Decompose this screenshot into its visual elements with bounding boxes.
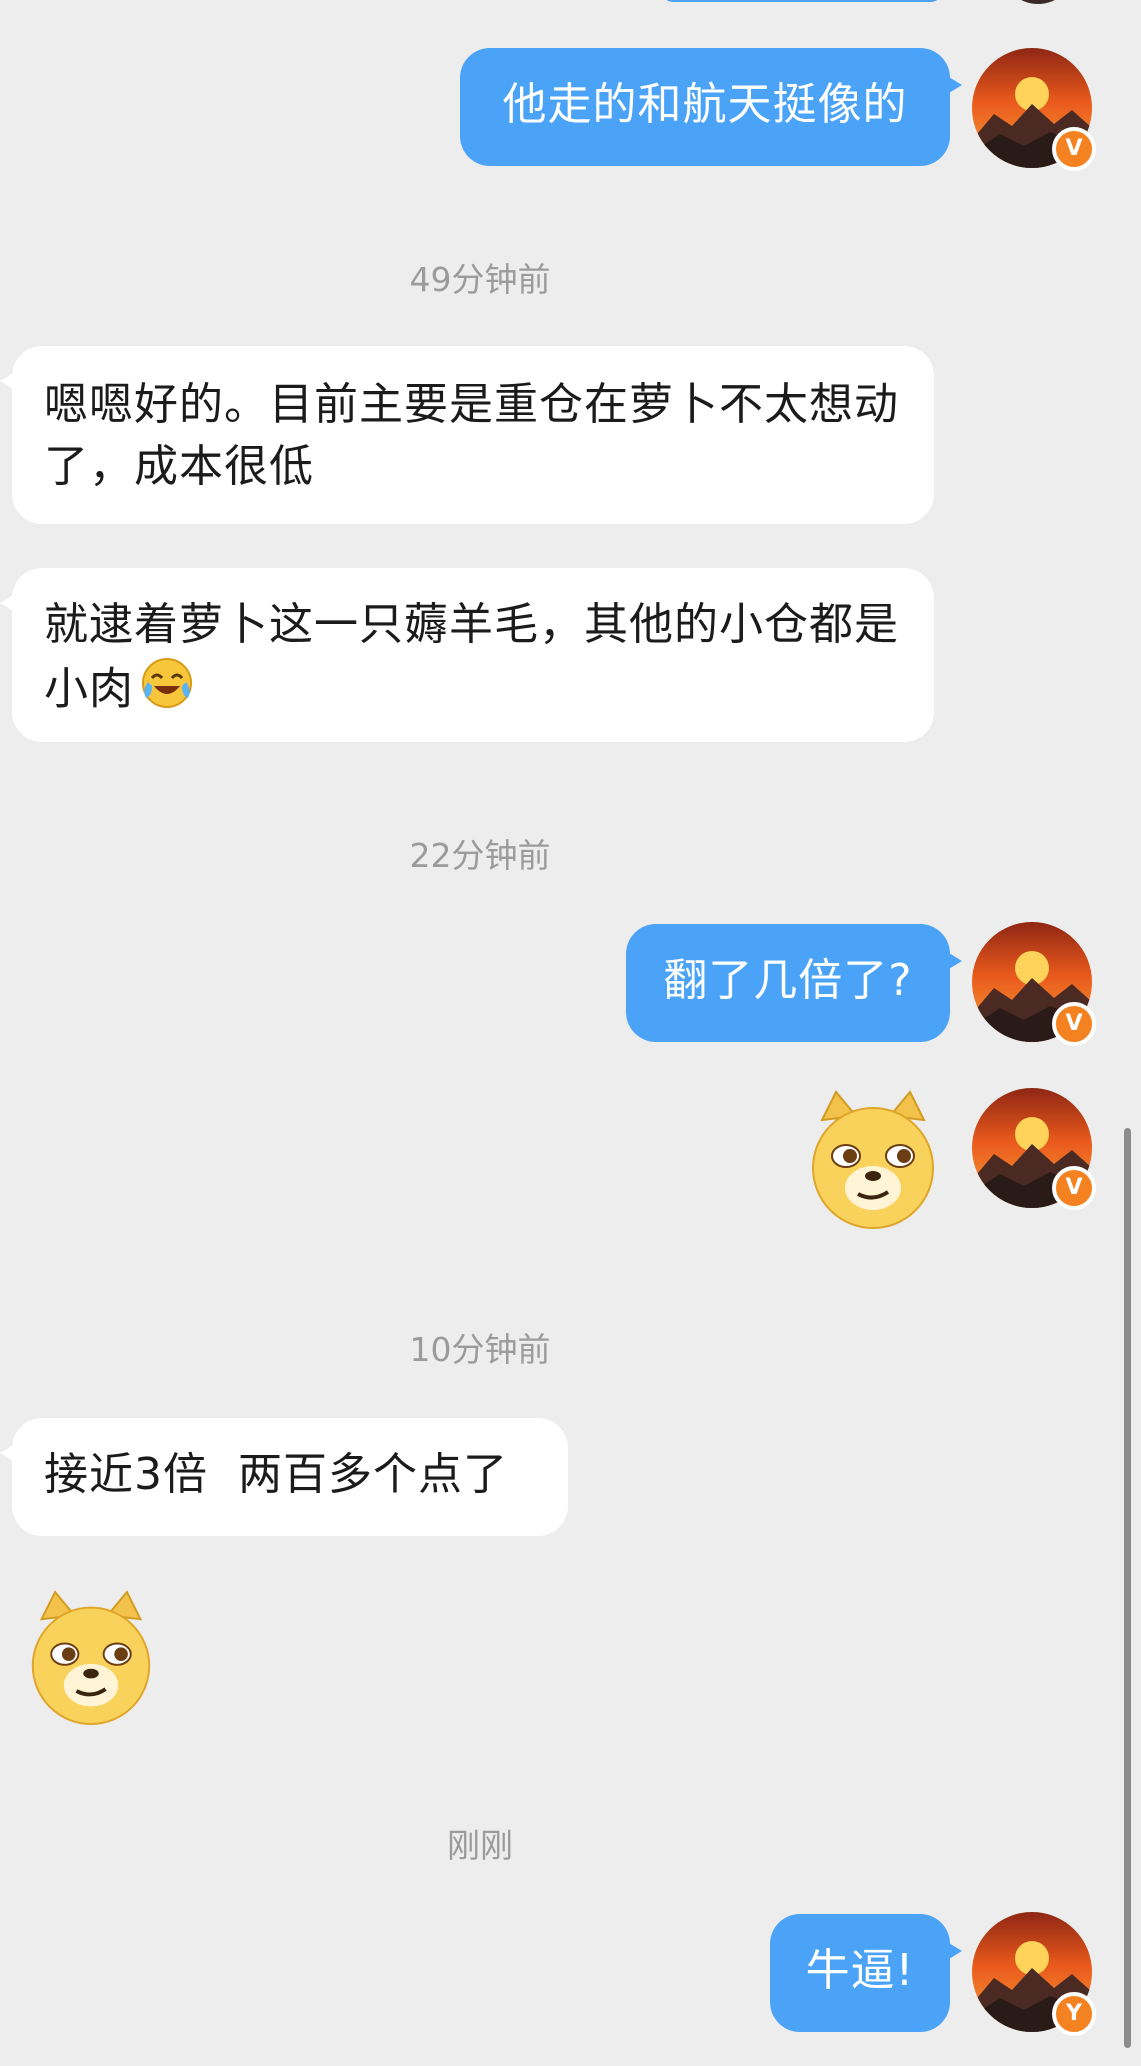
doge-sticker[interactable]: [806, 1090, 940, 1236]
verified-badge-icon: V: [1052, 1166, 1096, 1210]
message-text: 翻了几倍了?: [663, 955, 913, 1006]
previous-message-bubble: [662, 0, 942, 2]
message-bubble-mine[interactable]: 翻了几倍了?: [626, 924, 962, 1042]
timestamp: 10分钟前: [409, 1330, 551, 1369]
laughing-crying-emoji-icon: [140, 656, 194, 727]
message-text: 嗯嗯好的。目前主要是重仓在萝卜不太想动了，成本很低: [44, 379, 899, 492]
verified-badge-icon: Y: [1052, 1992, 1096, 2036]
message-text: 接近3倍 两百多个点了: [44, 1449, 508, 1500]
message-text: 他走的和航天挺像的: [502, 79, 908, 130]
message-bubble-theirs[interactable]: 嗯嗯好的。目前主要是重仓在萝卜不太想动了，成本很低: [0, 346, 934, 524]
timestamp: 22分钟前: [409, 836, 551, 875]
verified-badge-icon: V: [1052, 1002, 1096, 1046]
message-text: 牛逼!: [805, 1945, 915, 1996]
timestamp: 49分钟前: [409, 260, 551, 299]
message-bubble-mine[interactable]: 他走的和航天挺像的: [460, 48, 962, 166]
doge-sticker[interactable]: [26, 1590, 156, 1732]
message-bubble-theirs[interactable]: 接近3倍 两百多个点了: [0, 1418, 568, 1536]
message-bubble-theirs[interactable]: 就逮着萝卜这一只薅羊毛，其他的小仓都是小肉: [0, 568, 934, 742]
message-bubble-mine[interactable]: 牛逼!: [770, 1914, 962, 2032]
scrollbar[interactable]: [1124, 1128, 1131, 2048]
verified-badge-icon: V: [1052, 127, 1096, 171]
timestamp: 刚刚: [447, 1826, 513, 1865]
previous-message-avatar: [1002, 0, 1074, 4]
